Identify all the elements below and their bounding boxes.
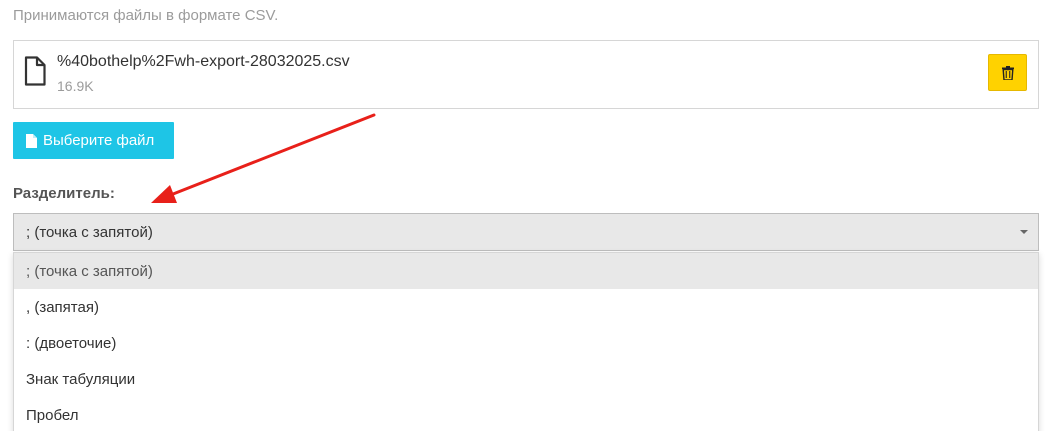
option-space[interactable]: Пробел xyxy=(14,397,1038,431)
upload-hint: Принимаются файлы в формате CSV. xyxy=(13,7,279,24)
separator-select[interactable]: ; (точка с запятой) xyxy=(13,213,1039,251)
separator-selected-value: ; (точка с запятой) xyxy=(26,223,153,241)
option-colon[interactable]: : (двоеточие) xyxy=(14,325,1038,361)
choose-file-button[interactable]: Выберите файл xyxy=(13,122,174,159)
separator-label: Разделитель: xyxy=(13,185,115,202)
caret-down-icon xyxy=(1020,230,1028,234)
document-icon xyxy=(26,133,37,148)
file-icon xyxy=(24,56,46,86)
file-name: %40bothelp%2Fwh-export-28032025.csv xyxy=(57,53,350,70)
option-comma[interactable]: , (запятая) xyxy=(14,289,1038,325)
option-tab[interactable]: Знак табуляции xyxy=(14,361,1038,397)
uploaded-file-card: %40bothelp%2Fwh-export-28032025.csv 16.9… xyxy=(13,40,1039,109)
delete-file-button[interactable] xyxy=(988,54,1027,91)
file-size: 16.9K xyxy=(57,78,94,94)
option-semicolon[interactable]: ; (точка с запятой) xyxy=(14,253,1038,289)
trash-icon xyxy=(1001,65,1014,80)
separator-dropdown: ; (точка с запятой) , (запятая) : (двоет… xyxy=(13,252,1039,431)
choose-file-label: Выберите файл xyxy=(43,132,155,149)
file-upload-form: Принимаются файлы в формате CSV. %40both… xyxy=(0,0,1055,431)
